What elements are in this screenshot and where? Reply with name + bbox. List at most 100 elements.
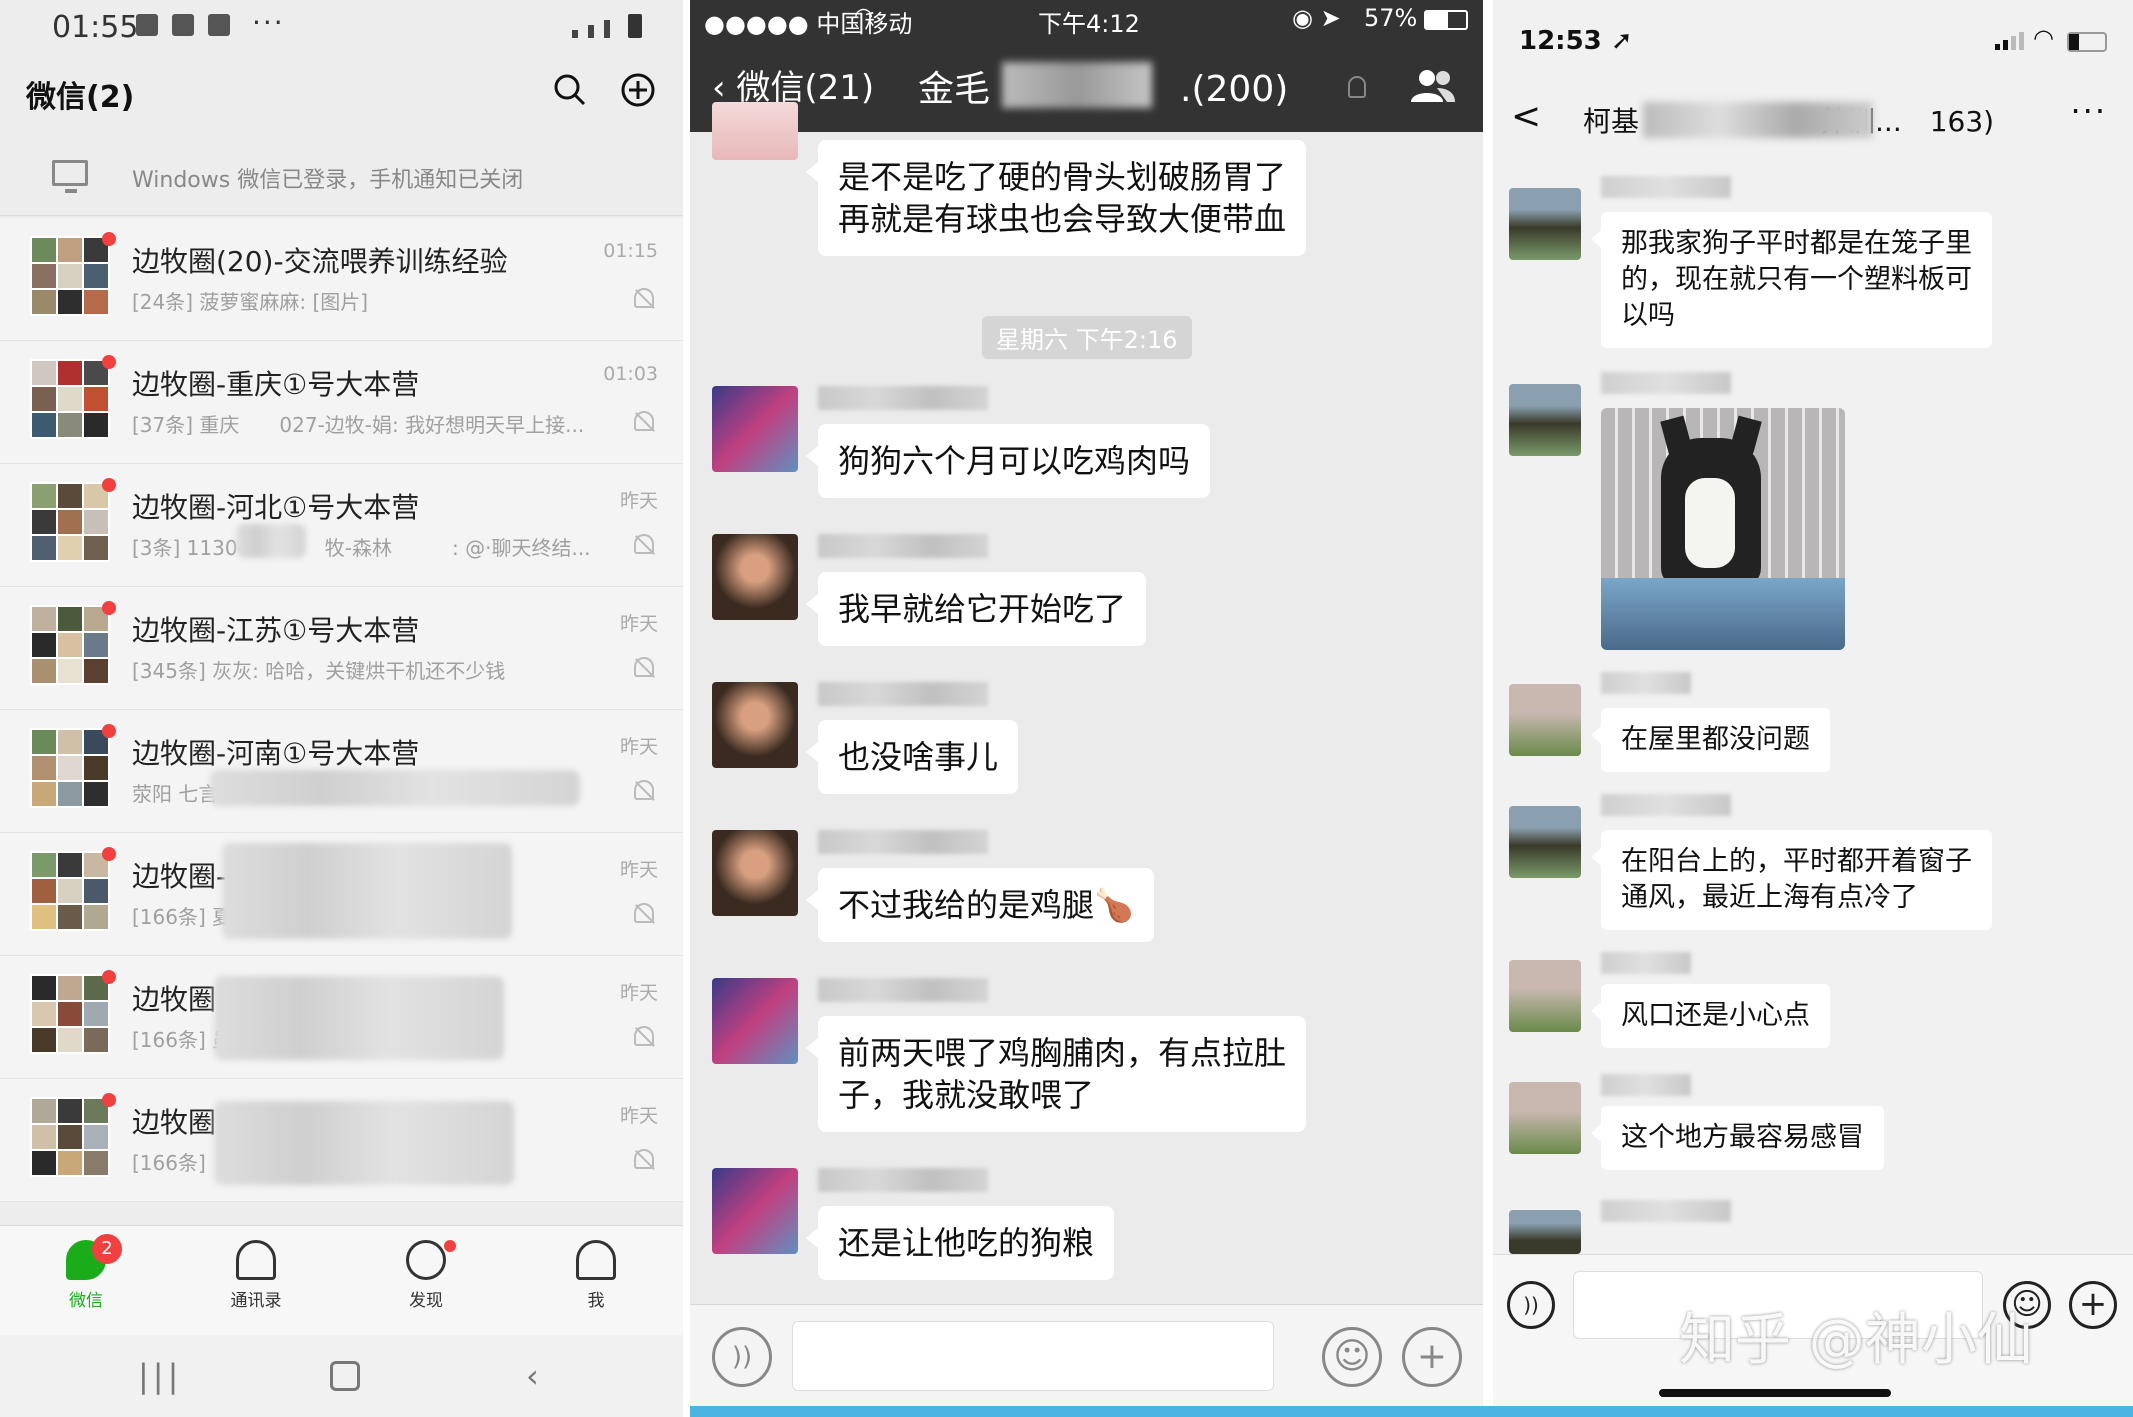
chat-row[interactable]: 边牧圈-河北①号大本营 [3条] 1130- 牧-森林 : @·聊天终结... …: [0, 464, 690, 587]
chat-preview: [24条] 菠萝蜜麻麻: [图片]: [132, 290, 369, 314]
message-bubble[interactable]: 是不是吃了硬的骨头划破肠胃了 再就是有球虫也会导致大便带血: [805, 140, 1307, 256]
unread-dot: [102, 355, 116, 369]
avatar[interactable]: [1509, 384, 1581, 456]
search-icon[interactable]: [552, 72, 588, 108]
avatar[interactable]: [712, 682, 798, 768]
tab-discover[interactable]: 发现: [366, 1240, 486, 1311]
redacted-blur: [210, 770, 580, 806]
redacted-sender: [1601, 176, 1731, 198]
avatar[interactable]: [1509, 1210, 1581, 1254]
group-chat-screen-corgi: 12:53 ➚ ◠ < 柯基 养训... 163) ··· 那我家狗子平时都是在笼…: [1493, 0, 2133, 1417]
plus-icon[interactable]: +: [1402, 1327, 1462, 1387]
group-avatar: [30, 236, 110, 316]
unread-dot: [102, 232, 116, 246]
avatar[interactable]: [712, 534, 798, 620]
monitor-icon: [52, 160, 88, 193]
bottom-border: [690, 1406, 2133, 1417]
message-bubble[interactable]: 狗狗六个月可以吃鸡肉吗: [805, 424, 1211, 498]
message-input[interactable]: [792, 1321, 1274, 1391]
chat-row[interactable]: 边牧圈- [166条] 夏 昨天: [0, 833, 690, 956]
avatar[interactable]: [1509, 960, 1581, 1032]
group-avatar: [30, 974, 110, 1054]
message-bubble[interactable]: 在屋里都没问题: [1591, 708, 1830, 772]
voice-icon[interactable]: )): [1507, 1281, 1555, 1329]
chat-nav-bar: ‹ 微信(21) 金毛 .(200): [690, 40, 1483, 132]
wechat-chat-list-screen: 01:55 ··· 微信(2) Windows 微信已登录，手机通知已关闭 边牧…: [0, 0, 690, 1417]
mute-icon: [634, 411, 654, 431]
voice-icon[interactable]: )): [712, 1327, 772, 1387]
new-dot: [444, 1240, 456, 1252]
recent-apps-icon[interactable]: |||: [138, 1357, 182, 1395]
chat-row[interactable]: 边牧圈-重庆①号大本营 [37条] 重庆 027-边牧-娟: 我好想明天早上接.…: [0, 341, 690, 464]
back-button[interactable]: <: [1511, 96, 1541, 137]
avatar[interactable]: [712, 978, 798, 1064]
message-bubble[interactable]: 我早就给它开始吃了: [805, 572, 1147, 646]
home-indicator[interactable]: [1659, 1389, 1891, 1397]
home-icon[interactable]: [330, 1361, 360, 1391]
group-avatar: [30, 1097, 110, 1177]
message-bubble[interactable]: 前两天喂了鸡胸脯肉，有点拉肚 子，我就没敢喂了: [805, 1016, 1307, 1132]
emoji-icon[interactable]: ☺: [1322, 1327, 1382, 1387]
tab-label: 我: [587, 1291, 605, 1311]
message-bubble[interactable]: 还是让他吃的狗粮: [805, 1206, 1115, 1280]
redacted-sender: [1601, 372, 1731, 394]
plus-icon[interactable]: +: [2069, 1281, 2117, 1329]
mute-icon: [634, 1026, 654, 1046]
message-bubble[interactable]: 风口还是小心点: [1591, 984, 1830, 1048]
group-chat-screen-golden: ●●●●● 中国移动 ◠ 下午4:12 ◉ ➤ 57% ‹ 微信(21) 金毛.…: [690, 0, 1483, 1417]
mute-icon: [634, 780, 654, 800]
chat-row[interactable]: 边牧圈-河南①号大本营 荥阳 七言 昨天: [0, 710, 690, 833]
chat-time: 昨天: [619, 736, 658, 758]
carrier-signal: ●●●●● 中国移动: [704, 10, 913, 38]
avatar[interactable]: [1509, 684, 1581, 756]
avatar[interactable]: [1509, 188, 1581, 260]
message-bubble[interactable]: 也没啥事儿: [805, 720, 1019, 794]
chat-name: 边牧圈-重庆①号大本营: [132, 368, 420, 401]
group-avatar: [30, 605, 110, 685]
tab-chats[interactable]: 2 微信: [26, 1234, 146, 1311]
chat-row[interactable]: 边牧圈-江苏①号大本营 [345条] 灰灰: 哈哈，关键烘干机还不少钱 昨天: [0, 587, 690, 710]
contacts-icon: [236, 1240, 276, 1280]
location-icon: ◉ ➤: [1292, 4, 1341, 32]
tab-me[interactable]: 我: [536, 1240, 656, 1311]
bag-icon: [208, 14, 230, 36]
avatar[interactable]: [712, 1168, 798, 1254]
dog-in-cage-photo[interactable]: [1601, 408, 1845, 650]
chat-preview: [345条] 灰灰: 哈哈，关键烘干机还不少钱: [132, 659, 506, 683]
redacted-sender: [818, 386, 988, 410]
avatar[interactable]: [712, 830, 798, 916]
unread-badge: 2: [92, 1234, 122, 1264]
group-avatar: [30, 728, 110, 808]
redacted-sender: [818, 830, 988, 854]
group-members-icon[interactable]: [1407, 66, 1457, 106]
chat-row[interactable]: 边牧圈 [166条] 昨天: [0, 1079, 690, 1202]
unread-dot: [102, 1093, 116, 1107]
message-bubble[interactable]: 这个地方最容易感冒: [1591, 1106, 1884, 1170]
tab-contacts[interactable]: 通讯录: [196, 1240, 316, 1311]
message-bubble[interactable]: 不过我给的是鸡腿🍗: [806, 868, 1154, 942]
more-options-icon[interactable]: ···: [2070, 92, 2107, 130]
message-bubble[interactable]: 在阳台上的，平时都开着窗子 通风，最近上海有点冷了: [1591, 830, 1992, 930]
wechat-icon: [172, 14, 194, 36]
app-header: 微信(2): [0, 58, 690, 136]
chat-row[interactable]: 边牧圈(20)-交流喂养训练经验 [24条] 菠萝蜜麻麻: [图片] 01:15: [0, 218, 690, 341]
chat-preview: [37条] 重庆 027-边牧-娟: 我好想明天早上接...: [132, 413, 585, 437]
message-bubble[interactable]: 那我家狗子平时都是在笼子里 的，现在就只有一个塑料板可 以吗: [1591, 212, 1992, 348]
login-notice[interactable]: Windows 微信已登录，手机通知已关闭: [0, 138, 690, 216]
chat-input-bar: )) ☺ +: [690, 1304, 1483, 1406]
chat-name: 边牧圈: [132, 1106, 217, 1139]
mute-icon: [1348, 76, 1366, 98]
notice-text: Windows 微信已登录，手机通知已关闭: [132, 168, 524, 193]
back-icon[interactable]: ‹: [526, 1357, 539, 1395]
avatar[interactable]: [1509, 1082, 1581, 1154]
unread-dot: [102, 970, 116, 984]
person-icon: [576, 1240, 616, 1280]
avatar[interactable]: [712, 386, 798, 472]
avatar[interactable]: [712, 102, 798, 160]
chat-row[interactable]: 边牧圈 [166条] 虽 昨天: [0, 956, 690, 1079]
bottom-tab-bar: 2 微信 通讯录 发现 我: [0, 1225, 690, 1335]
battery-icon: [628, 14, 642, 38]
avatar[interactable]: [1509, 806, 1581, 878]
add-icon[interactable]: [620, 72, 656, 108]
chat-nav-bar: < 柯基 养训... 163) ···: [1493, 80, 2133, 162]
